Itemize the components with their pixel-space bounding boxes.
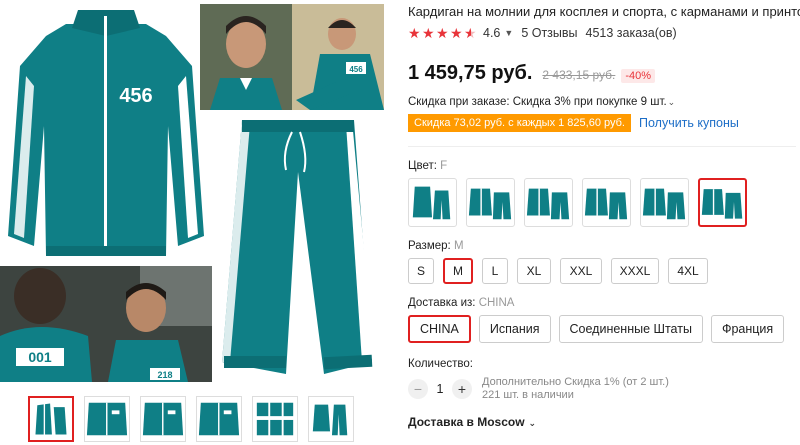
star-icon: ★ <box>408 24 421 41</box>
thumbnail-5[interactable] <box>252 396 298 442</box>
order-discount-text: Скидка при заказе: Скидка 3% при покупке… <box>408 96 667 108</box>
ships-from-label-text: Доставка из: <box>408 297 476 309</box>
product-gallery: 456 456 001 218 <box>0 0 400 445</box>
ships-from-selected-value: CHINA <box>478 297 515 309</box>
quantity-label: Количество: <box>408 358 473 370</box>
price-row: 1 459,75 руб. 2 433,15 руб. -40% <box>408 62 656 85</box>
size-option-m[interactable]: M <box>443 258 473 284</box>
quantity-value[interactable]: 1 <box>428 382 452 396</box>
orders-count: 4513 заказа(ов) <box>585 26 677 40</box>
thumbnail-2[interactable] <box>84 396 130 442</box>
ships-from-france[interactable]: Франция <box>710 315 785 343</box>
minus-icon[interactable]: − <box>408 379 428 399</box>
ships-from-china[interactable]: CHINA <box>408 315 471 343</box>
jacket-number: 456 <box>119 85 152 107</box>
star-icon: ★ <box>450 24 463 41</box>
chevron-down-icon: ⌄ <box>528 418 537 428</box>
size-option-xl[interactable]: XL <box>517 258 551 284</box>
ships-from-spain[interactable]: Испания <box>478 315 551 343</box>
size-label: Размер: M <box>408 240 464 252</box>
color-option-3[interactable] <box>524 178 573 227</box>
current-price: 1 459,75 руб. <box>408 62 533 84</box>
size-label-text: Размер: <box>408 240 451 252</box>
color-option-2[interactable] <box>466 178 515 227</box>
still-number-top: 456 <box>349 65 363 74</box>
size-option-l[interactable]: L <box>482 258 508 284</box>
color-options <box>408 178 747 227</box>
jacket-image[interactable]: 456 <box>8 6 204 264</box>
size-option-4xl[interactable]: 4XL <box>668 258 708 284</box>
rating-stars: ★ ★ ★ ★ ★ <box>408 24 477 41</box>
thumbnail-4[interactable] <box>196 396 242 442</box>
quantity-stepper: − 1 + Дополнительно Скидка 1% (от 2 шт.)… <box>408 376 669 402</box>
color-option-6-selected[interactable] <box>698 178 747 227</box>
delivery-location[interactable]: Доставка в Moscow ⌄ <box>408 415 540 429</box>
half-star-icon: ★ <box>464 24 477 41</box>
size-options: S M L XL XXL XXXL 4XL <box>408 258 708 284</box>
quantity-info: Дополнительно Скидка 1% (от 2 шт.) 221 ш… <box>482 376 669 402</box>
rating-row: ★ ★ ★ ★ ★ 4.6 ▼ 5 Отзывы 4513 заказа(ов) <box>408 24 677 41</box>
size-option-s[interactable]: S <box>408 258 434 284</box>
divider <box>408 146 796 147</box>
star-icon: ★ <box>422 24 435 41</box>
ships-from-options: CHINA Испания Соединенные Штаты Франция <box>408 315 785 343</box>
order-discount[interactable]: Скидка при заказе: Скидка 3% при покупке… <box>408 96 679 108</box>
get-coupons-link[interactable]: Получить купоны <box>639 116 739 130</box>
movie-still-top[interactable]: 456 <box>200 4 384 110</box>
thumbnail-6[interactable] <box>308 396 354 442</box>
plus-icon[interactable]: + <box>452 379 472 399</box>
product-title: Кардиган на молнии для косплея и спорта,… <box>408 4 800 19</box>
color-selected-value: F <box>440 160 448 172</box>
size-selected-value: M <box>453 240 464 252</box>
thumbnail-3[interactable] <box>140 396 186 442</box>
color-option-1[interactable] <box>408 178 457 227</box>
still-number-1: 001 <box>28 349 52 365</box>
pants-image[interactable] <box>212 112 380 384</box>
chevron-down-icon: ⌄ <box>667 97 676 107</box>
extra-discount-text: Дополнительно Скидка 1% (от 2 шт.) <box>482 376 669 388</box>
discount-badge: -40% <box>621 69 656 83</box>
color-option-4[interactable] <box>582 178 631 227</box>
color-label: Цвет: F <box>408 160 447 172</box>
coupon-badge: Скидка 73,02 руб. с каждых 1 825,60 руб. <box>408 114 631 132</box>
chevron-down-icon[interactable]: ▼ <box>504 28 513 38</box>
color-option-5[interactable] <box>640 178 689 227</box>
size-option-xxl[interactable]: XXL <box>560 258 602 284</box>
star-icon: ★ <box>436 24 449 41</box>
size-option-xxxl[interactable]: XXXL <box>611 258 659 284</box>
delivery-label: Доставка в Moscow <box>408 415 525 429</box>
still-number-2: 218 <box>157 370 172 380</box>
movie-still-bottom[interactable]: 001 218 <box>0 266 212 382</box>
thumbnail-strip <box>28 396 354 442</box>
rating-value: 4.6 <box>483 26 501 40</box>
ships-from-label: Доставка из: CHINA <box>408 297 514 309</box>
reviews-link[interactable]: 5 Отзывы <box>521 26 577 40</box>
ships-from-usa[interactable]: Соединенные Штаты <box>558 315 703 343</box>
coupon-row: Скидка 73,02 руб. с каждых 1 825,60 руб.… <box>408 114 739 132</box>
available-stock: 221 шт. в наличии <box>482 389 574 401</box>
color-label-text: Цвет: <box>408 160 437 172</box>
thumbnail-1[interactable] <box>28 396 74 442</box>
old-price: 2 433,15 руб. <box>542 68 616 82</box>
